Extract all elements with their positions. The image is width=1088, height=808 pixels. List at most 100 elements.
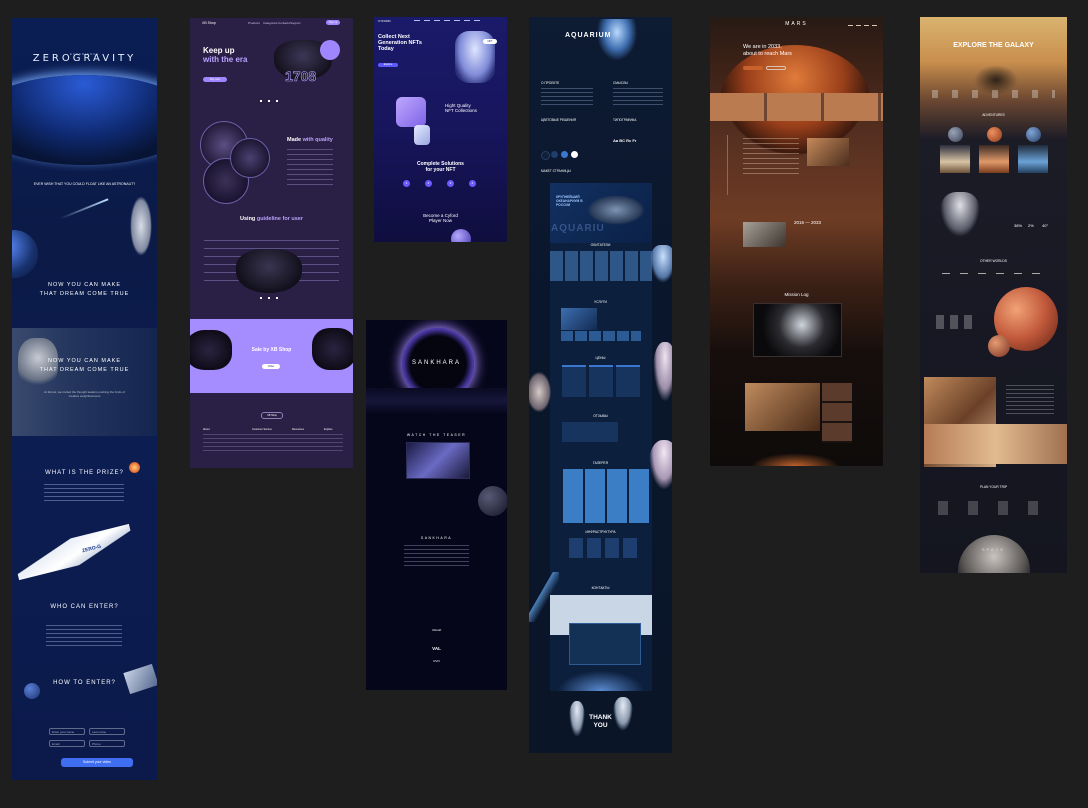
collage-text — [1006, 385, 1054, 415]
galaxy-plan: PLAN YOUR TRIP — [979, 485, 1008, 489]
mars-copy — [743, 138, 799, 178]
cyford-nav[interactable] — [414, 20, 484, 21]
logo-ubisoft: Ubisoft — [431, 628, 442, 632]
mockup-fish — [587, 195, 645, 225]
footer-links — [203, 434, 343, 452]
section-about: О ПРОЕКТЕ — [541, 81, 560, 85]
xbshop-signup-button[interactable]: Sign up — [326, 20, 340, 25]
teaser-heading: WATCH THE TEASER — [406, 433, 467, 437]
sale-order-button[interactable]: Order — [262, 364, 280, 369]
jellyfish-right-2 — [653, 342, 672, 402]
zerogravity-board: EXPERIENCE ZEROGRAVITY EVER WISH THAT YO… — [12, 18, 157, 780]
adventure-card-1[interactable] — [940, 145, 970, 173]
email-field[interactable]: Email — [49, 740, 85, 747]
mars-hero-button-1[interactable] — [743, 66, 763, 70]
gallery-grid — [563, 469, 651, 523]
xbshop-board: XB Shop Products Categories Contacts Sup… — [190, 18, 353, 468]
xbshop-nav-1[interactable]: Products — [248, 21, 260, 25]
mushroom-jelly — [529, 372, 551, 412]
price-card-1[interactable] — [562, 365, 586, 397]
xbshop-hero-title-2: with the era — [203, 55, 248, 64]
price-card-2[interactable] — [589, 365, 613, 397]
lastname-field[interactable]: Last name — [89, 728, 125, 735]
dream-heading-1: NOW YOU CAN MAKE — [47, 282, 122, 288]
step-2: 2 — [425, 180, 432, 187]
type-sample: Aa BC Rc Fr — [613, 138, 637, 143]
cyford-logo[interactable]: CYFORD — [378, 19, 391, 23]
services-strip — [561, 331, 641, 341]
zerog-plane — [12, 523, 136, 581]
cyford-purple-card — [396, 97, 426, 127]
purple-disc — [320, 40, 340, 60]
jellyfish-bottom-left — [569, 701, 585, 737]
galaxy-bottom-word: SPACE — [981, 547, 1006, 552]
worlds-tabs[interactable] — [942, 273, 1046, 274]
thank-2: YOU — [593, 722, 608, 729]
mars-nav[interactable] — [848, 25, 878, 26]
dream-heading-3: NOW YOU CAN MAKE — [47, 358, 122, 364]
sankhara-title: SANKHARA — [411, 360, 461, 366]
footer-col-3: Resources — [292, 428, 304, 431]
sankhara-about: SANKHARA — [420, 536, 453, 540]
cyford-board: CYFORD Collect Next Generation NFTs Toda… — [374, 17, 507, 242]
block-inhabitants: ОБИТАТЕЛИ — [590, 243, 611, 247]
xbshop-nav-4[interactable]: Support — [290, 21, 301, 25]
adventure-planet-1 — [948, 127, 963, 142]
prize-text — [44, 484, 124, 504]
xbshop-dots-2[interactable] — [260, 297, 280, 299]
section-colors: ЦВЕТОВЫЕ РЕШЕНИЯ — [541, 118, 577, 122]
name-field[interactable]: Enter your name — [49, 728, 85, 735]
xbshop-quality-heading: Made with quality — [287, 137, 333, 143]
section-layout: МАКЕТ СТРАНИЦЫ — [541, 169, 571, 173]
xbshop-nav-2[interactable]: Categories — [263, 21, 278, 25]
adventure-card-3[interactable] — [1018, 145, 1048, 173]
jellyfish-bottom-right — [613, 697, 633, 731]
mars-hero-2: about to reach Mars — [743, 51, 792, 57]
aquarium-title: AQUARIUM — [565, 32, 612, 39]
mockup-hero-title: КРУПНЕЙШИЙ ОКЕАНАРИУМ В РОССИИ — [556, 195, 583, 207]
cyford-quality-2: NFT Collections — [445, 108, 477, 113]
adventure-card-2[interactable] — [979, 145, 1009, 173]
mars-footer-glow — [750, 453, 840, 466]
mars-hero-button-2[interactable] — [766, 66, 786, 70]
sankhara-rocks — [366, 388, 507, 414]
astronaut-figure — [130, 196, 152, 256]
swatch-1 — [541, 151, 550, 160]
submit-video-button[interactable]: Submit your video — [61, 758, 133, 767]
swatch-2 — [551, 151, 558, 158]
mars-gallery-side — [822, 383, 852, 443]
quality-text — [287, 149, 333, 189]
cyford-become-2: Player Now — [428, 218, 452, 223]
contacts-form[interactable] — [569, 623, 641, 665]
about-copy — [541, 88, 593, 106]
zerogravity-question: EVER WISH THAT YOU COULD FLOAT LIKE AN A… — [33, 182, 136, 186]
xbshop-dots-1[interactable] — [260, 100, 280, 102]
cyford-planet — [451, 229, 471, 242]
zerogravity-body: At Zorsoi, we invited the thought leader… — [44, 390, 125, 398]
cyford-hero-button[interactable]: Explore — [378, 63, 398, 67]
dream-heading-4: THAT DREAM COME TRUE — [39, 367, 130, 373]
block-prices: ЦЕНЫ — [595, 356, 606, 360]
review-card — [562, 422, 618, 442]
mission-video[interactable] — [753, 303, 842, 357]
cyford-glass-card — [414, 125, 430, 145]
teaser-video[interactable] — [406, 442, 470, 479]
services-photo — [561, 308, 597, 330]
xbshop-hero-button[interactable]: Buy now — [203, 77, 227, 82]
block-contacts: КОНТАКТЫ — [591, 586, 610, 590]
galaxy-title: EXPLORE THE GALAXY — [953, 42, 1034, 49]
step-1: 1 — [403, 180, 410, 187]
phone-field[interactable]: Phone — [89, 740, 125, 747]
mars-planet-small — [988, 335, 1010, 357]
xbshop-nav-3[interactable]: Contacts — [278, 21, 290, 25]
footer-logo[interactable]: XB Shop — [261, 412, 283, 419]
step-3: 3 — [447, 180, 454, 187]
xbshop-hero-title-1: Keep up — [203, 46, 235, 55]
collage-wide — [924, 424, 1067, 464]
price-card-3[interactable] — [616, 365, 640, 397]
infra-icons — [569, 538, 639, 558]
swatch-3 — [561, 151, 568, 158]
joystick-ring-3 — [230, 138, 270, 178]
galaxy-astronaut — [940, 192, 980, 237]
xbshop-logo[interactable]: XB Shop — [202, 21, 216, 25]
